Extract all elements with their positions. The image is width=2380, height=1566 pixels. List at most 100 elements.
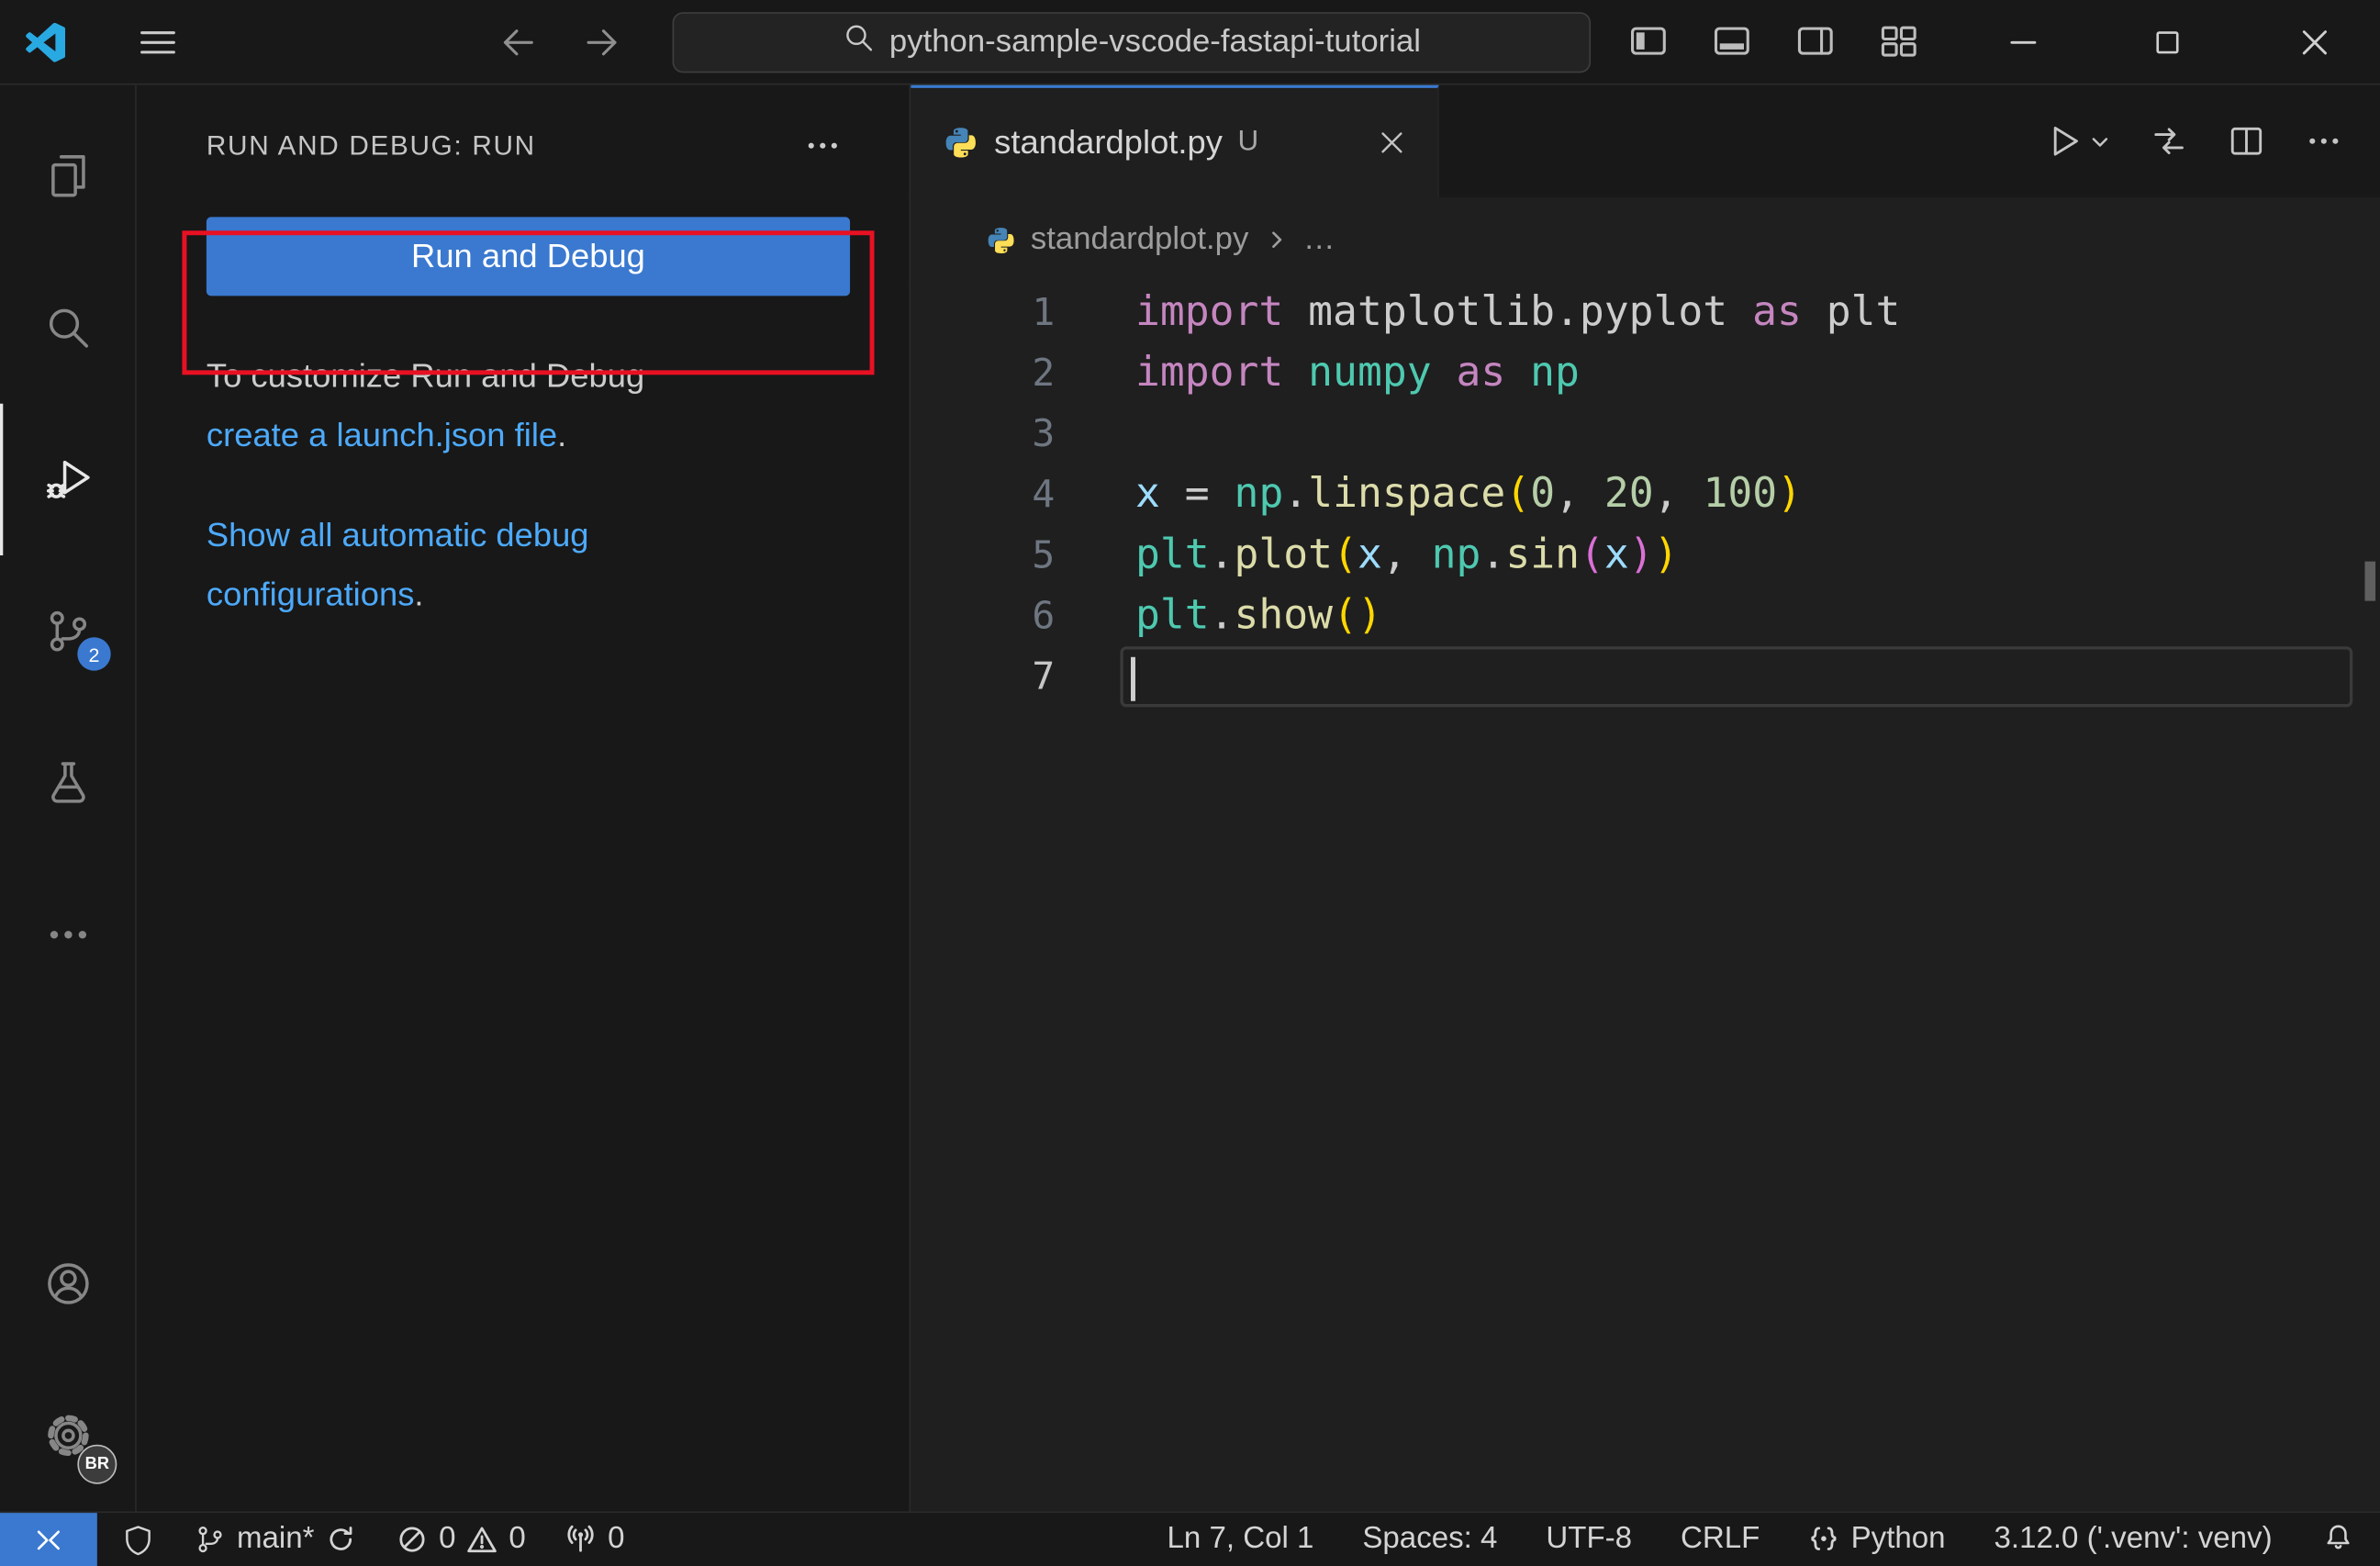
navigate-back-icon[interactable] <box>495 19 541 65</box>
language-name: Python <box>1850 1522 1946 1556</box>
sidebar-header: RUN AND DEBUG: RUN <box>137 128 910 164</box>
open-changes-icon[interactable] <box>2150 121 2189 161</box>
git-branch-icon <box>198 1527 222 1553</box>
notifications-button[interactable] <box>2321 1522 2356 1557</box>
code-line: plt.show() <box>1135 586 2356 646</box>
code-line <box>1120 646 2353 708</box>
show-all-configs-link[interactable]: Show all automatic debug configurations <box>207 516 589 613</box>
workbench: 2 BR RUN AND DEBUG: RUN Run and Debug To… <box>0 84 2380 1512</box>
sidebar-title: RUN AND DEBUG: RUN <box>206 129 536 161</box>
workspace-trust-button[interactable] <box>121 1523 154 1556</box>
editor-more-actions-icon[interactable] <box>2304 121 2343 161</box>
tab-close-icon[interactable] <box>1370 121 1413 163</box>
show-all-configs-hint: Show all automatic debug configurations. <box>207 505 875 623</box>
cursor-position-status[interactable]: Ln 7, Col 1 <box>1167 1522 1313 1557</box>
bell-icon <box>2327 1525 2350 1549</box>
shield-icon <box>126 1525 151 1555</box>
create-launch-json-link[interactable]: create a launch.json file <box>207 416 557 453</box>
code-token: ) <box>1653 531 1679 578</box>
files-icon <box>50 155 84 197</box>
chevron-right-icon <box>1271 231 1281 248</box>
code-token: np <box>1431 531 1481 578</box>
remote-indicator[interactable] <box>0 1513 97 1566</box>
code-token: plt <box>1134 591 1210 639</box>
code-token: ( <box>1333 531 1358 578</box>
window-close-button[interactable] <box>2280 0 2350 85</box>
code-token: numpy <box>1308 349 1432 397</box>
run-debug-icon <box>46 460 89 498</box>
encoding-status[interactable]: UTF-8 <box>1546 1522 1632 1557</box>
problems-status[interactable]: 0 0 <box>397 1522 526 1557</box>
code-token: plt <box>1134 531 1210 578</box>
activity-search[interactable] <box>0 252 135 403</box>
toggle-secondary-sidebar-icon[interactable] <box>1794 19 1837 62</box>
line-number: 2 <box>1032 350 1056 395</box>
error-icon <box>399 1527 425 1552</box>
code-token: as <box>1456 349 1506 397</box>
code-editor[interactable]: 1234567 import matplotlib.pyplot as plt i… <box>911 282 2380 1511</box>
python-interpreter-status[interactable]: 3.12.0 ('.venv': venv) <box>1994 1522 2272 1557</box>
activity-bar: 2 BR <box>0 84 137 1512</box>
command-center-search[interactable]: python-sample-vscode-fastapi-tutorial <box>672 12 1592 73</box>
tab-standardplot[interactable]: standardplot.py U <box>911 84 1439 197</box>
activity-testing[interactable] <box>0 707 135 858</box>
breadcrumb-symbol[interactable]: … <box>1303 221 1335 258</box>
toggle-primary-sidebar-icon[interactable] <box>1627 19 1670 62</box>
code-token: ) <box>1357 591 1382 639</box>
toggle-panel-icon[interactable] <box>1711 19 1753 62</box>
show-all-configs-line1: Show all automatic debug <box>206 516 589 554</box>
eol-status[interactable]: CRLF <box>1681 1522 1760 1557</box>
language-mode-status[interactable]: Python <box>1808 1522 1946 1557</box>
error-count: 0 <box>439 1522 456 1556</box>
editor-actions <box>2045 85 2380 197</box>
ports-status[interactable]: 0 <box>565 1522 625 1557</box>
vscode-logo-icon <box>24 21 66 63</box>
run-and-debug-button[interactable]: Run and Debug <box>206 217 851 296</box>
line-number: 3 <box>1032 410 1056 455</box>
window-minimize-button[interactable] <box>1988 0 2058 85</box>
menu-hamburger-icon[interactable] <box>134 23 183 62</box>
sidebar-more-actions-icon[interactable] <box>799 128 845 164</box>
activity-run-debug[interactable] <box>0 403 135 556</box>
code-token: , <box>1381 531 1407 578</box>
code-token: 100 <box>1703 470 1778 518</box>
navigate-forward-icon[interactable] <box>580 19 626 65</box>
activity-explorer[interactable] <box>0 100 135 252</box>
run-python-file-button[interactable] <box>2045 121 2112 161</box>
code-token: , <box>1653 470 1679 518</box>
activity-bar-bottom: BR <box>0 1208 135 1512</box>
indentation-status[interactable]: Spaces: 4 <box>1362 1522 1497 1557</box>
layout-controls <box>1627 19 1920 62</box>
code-token: np <box>1530 349 1580 397</box>
git-branch-status[interactable]: main* <box>195 1522 357 1557</box>
customize-layout-icon[interactable] <box>1878 19 1920 62</box>
code-token: sin <box>1505 531 1581 578</box>
activity-more[interactable] <box>0 859 135 1011</box>
ellipsis-icon <box>49 931 86 939</box>
activity-account[interactable] <box>0 1208 135 1359</box>
split-editor-icon[interactable] <box>2227 121 2266 161</box>
code-line: import numpy as np <box>1135 343 2356 404</box>
text-cursor <box>1131 656 1135 701</box>
window-maximize-button[interactable] <box>2132 0 2202 85</box>
code-token: = <box>1184 470 1210 518</box>
code-token: plt <box>1826 288 1901 336</box>
breadcrumb: standardplot.py … <box>911 196 2380 283</box>
activity-source-control[interactable]: 2 <box>0 555 135 707</box>
account-icon <box>47 1263 88 1304</box>
code-token: linspace <box>1308 470 1506 518</box>
breadcrumb-file[interactable]: standardplot.py <box>1031 221 1248 258</box>
code-token: x <box>1134 470 1160 518</box>
python-file-icon <box>987 225 1015 253</box>
code-token: ) <box>1628 531 1654 578</box>
run-and-debug-sidebar: RUN AND DEBUG: RUN Run and Debug To cust… <box>136 84 911 1512</box>
code-token: np <box>1234 470 1284 518</box>
warning-count: 0 <box>508 1522 526 1556</box>
activity-settings[interactable]: BR <box>0 1359 135 1511</box>
code-token: as <box>1752 288 1802 336</box>
code-token: . <box>1209 531 1235 578</box>
